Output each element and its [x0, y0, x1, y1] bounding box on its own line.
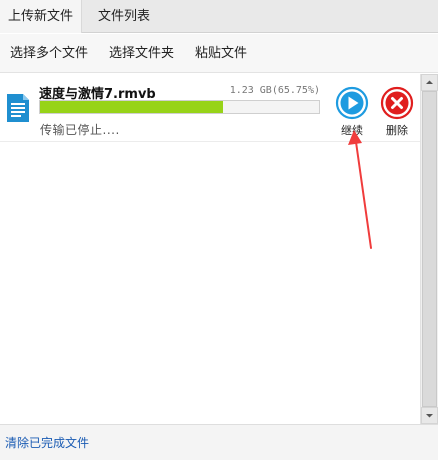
scroll-down-button[interactable]	[421, 407, 438, 424]
scroll-thumb[interactable]	[422, 91, 437, 407]
select-multiple-files-button[interactable]: 选择多个文件	[10, 34, 88, 73]
footer-bar: 清除已完成文件	[0, 424, 438, 460]
select-folder-button[interactable]: 选择文件夹	[109, 34, 174, 73]
chevron-up-icon	[426, 80, 433, 84]
chevron-down-icon	[426, 414, 433, 418]
resume-label: 继续	[341, 124, 363, 137]
delete-icon	[380, 86, 414, 120]
toolbar: 选择多个文件 选择文件夹 粘贴文件	[0, 34, 438, 73]
scroll-up-button[interactable]	[421, 74, 438, 91]
tab-upload-new-file[interactable]: 上传新文件	[0, 0, 82, 33]
vertical-scrollbar[interactable]	[420, 74, 438, 424]
document-icon	[7, 94, 29, 122]
file-size-progress-text: 1.23 GB(65.75%)	[229, 85, 320, 96]
tab-file-list[interactable]: 文件列表	[82, 0, 166, 33]
delete-button[interactable]: 删除	[377, 86, 417, 137]
upload-list: 速度与激情7.rmvb 1.23 GB(65.75%) 传输已停止.... 继续…	[0, 74, 420, 424]
clear-completed-link[interactable]: 清除已完成文件	[5, 425, 89, 460]
paste-file-button[interactable]: 粘贴文件	[195, 34, 247, 73]
tab-bar: 上传新文件 文件列表	[0, 0, 438, 33]
resume-button[interactable]: 继续	[332, 86, 372, 137]
upload-progress-fill	[40, 101, 224, 113]
upload-item: 速度与激情7.rmvb 1.23 GB(65.75%) 传输已停止.... 继续…	[0, 74, 420, 142]
delete-label: 删除	[386, 124, 408, 137]
upload-status-text: 传输已停止....	[40, 123, 120, 137]
play-icon	[335, 86, 369, 120]
upload-progress-bar	[39, 100, 320, 114]
